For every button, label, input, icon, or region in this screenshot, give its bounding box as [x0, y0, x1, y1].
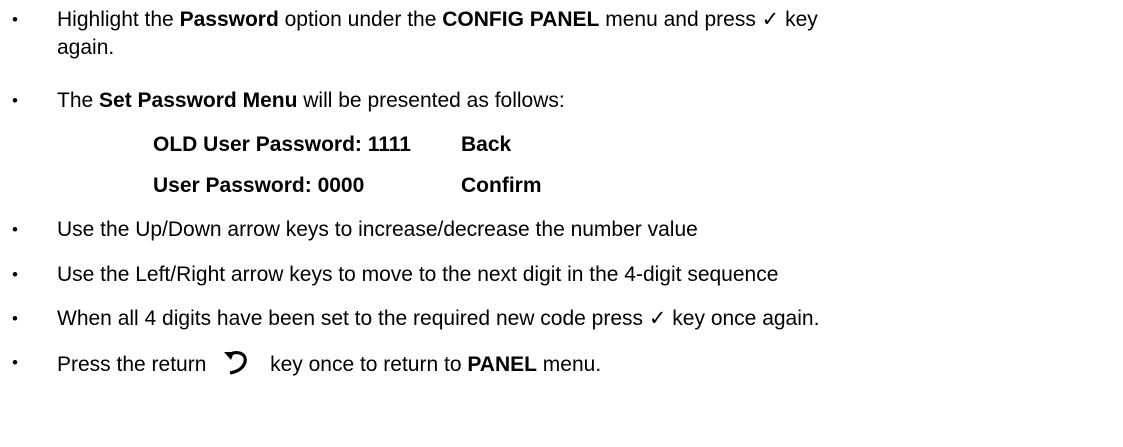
return-arrow-icon	[224, 351, 248, 375]
confirm-option: Confirm	[461, 174, 542, 197]
bullet: •	[12, 91, 18, 110]
check-icon: ✓	[761, 8, 780, 31]
list-item: • Use the Up/Down arrow keys to increase…	[9, 216, 1109, 244]
set-password-menu: Set Password Menu	[99, 89, 298, 112]
item-text: Use the Left/Right arrow keys to move to…	[57, 263, 779, 286]
bullet: •	[12, 10, 18, 29]
bullet: •	[12, 309, 18, 328]
menu-row-old-password: OLD User Password: 1111 Back	[153, 131, 511, 159]
list-item: • Highlight the Password option under th…	[9, 6, 1109, 62]
list-item: • Press the return key once to return to…	[9, 349, 1109, 379]
old-user-password-label: OLD User Password: 1111	[153, 133, 411, 156]
list-item: • The Set Password Menu will be presente…	[9, 87, 1109, 115]
user-password-label: User Password: 0000	[153, 174, 365, 197]
list-item: • Use the Left/Right arrow keys to move …	[9, 261, 1109, 289]
config-panel-menu: CONFIG PANEL	[442, 8, 600, 31]
bullet: •	[12, 353, 18, 372]
item-text: Use the Up/Down arrow keys to increase/d…	[57, 218, 698, 241]
item-text: Press the return key once to return to P…	[57, 351, 601, 376]
password-option: Password	[179, 8, 279, 31]
list-item: • When all 4 digits have been set to the…	[9, 305, 1109, 333]
bullet: •	[12, 265, 18, 284]
menu-row-user-password: User Password: 0000 Confirm	[153, 172, 542, 200]
panel-menu: PANEL	[467, 353, 537, 376]
item-text: When all 4 digits have been set to the r…	[57, 307, 820, 330]
item-text: The Set Password Menu will be presented …	[57, 89, 565, 112]
bullet: •	[12, 220, 18, 239]
item-text: Highlight the Password option under the …	[57, 8, 818, 31]
check-icon: ✓	[648, 307, 667, 330]
back-option: Back	[461, 133, 512, 156]
